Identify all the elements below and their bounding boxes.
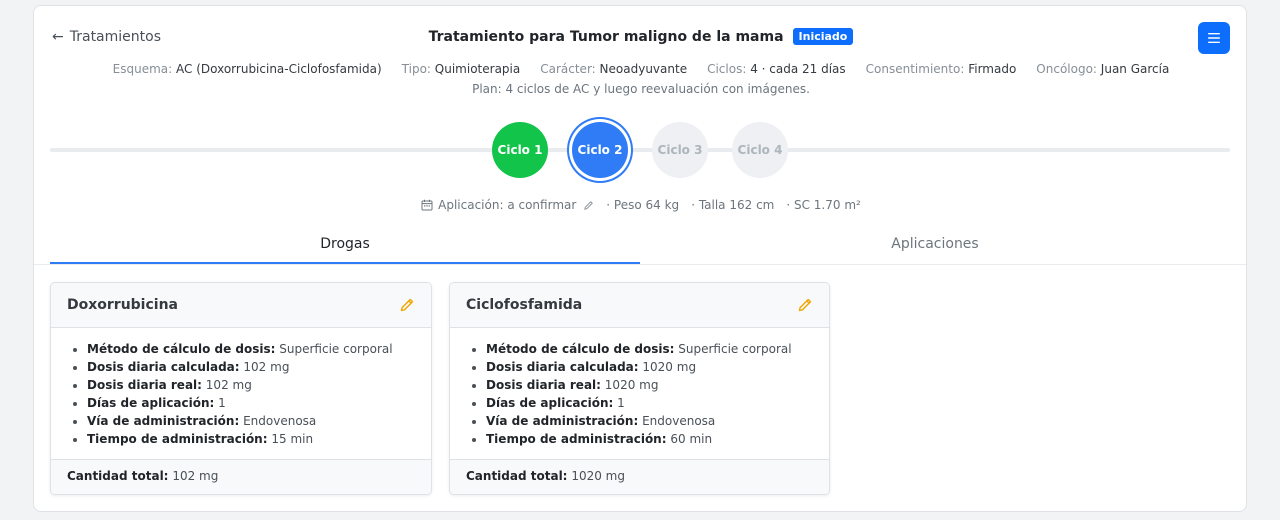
detail-calc-method: Método de cálculo de dosis: Superficie c… — [486, 340, 813, 358]
detail-calc-method: Método de cálculo de dosis: Superficie c… — [87, 340, 415, 358]
drug-card-ciclofosfamida: Ciclofosfamida Método de cálculo de dosi… — [449, 282, 830, 495]
calendar-icon — [421, 199, 433, 211]
cycle-2[interactable]: Ciclo 2 — [572, 122, 628, 178]
pencil-icon — [400, 298, 414, 312]
cycle-info: Aplicación: a confirmar · Peso 64 kg · T… — [34, 198, 1248, 212]
tab-bar: Drogas Aplicaciones — [50, 230, 1230, 264]
detail-label: Vía de administración: — [486, 414, 639, 428]
meta-esquema: Esquema: AC (Doxorrubicina-Ciclofosfamid… — [113, 62, 382, 76]
total-label: Cantidad total: — [67, 469, 169, 483]
detail-label: Tiempo de administración: — [87, 432, 268, 446]
detail-label: Tiempo de administración: — [486, 432, 667, 446]
drug-card-header: Doxorrubicina — [51, 283, 431, 328]
meta-tipo-value: Quimioterapia — [434, 62, 521, 76]
detail-calc-dose: Dosis diaria calculada: 1020 mg — [486, 358, 813, 376]
treatment-panel: ← Tratamientos Tratamiento para Tumor ma… — [33, 5, 1247, 512]
treatment-plan: Plan: 4 ciclos de AC y luego reevaluació… — [472, 82, 810, 96]
detail-label: Dosis diaria calculada: — [87, 360, 240, 374]
meta-caracter: Carácter: Neoadyuvante — [540, 62, 687, 76]
patient-weight: · Peso 64 kg — [606, 198, 680, 212]
pencil-icon — [798, 298, 812, 312]
detail-real-dose: Dosis diaria real: 102 mg — [87, 376, 415, 394]
detail-value: 102 mg — [205, 378, 252, 392]
drug-card-doxorrubicina: Doxorrubicina Método de cálculo de dosis… — [50, 282, 432, 495]
detail-calc-dose: Dosis diaria calculada: 102 mg — [87, 358, 415, 376]
cycle-1[interactable]: Ciclo 1 — [492, 122, 548, 178]
meta-ciclos-value: 4 · cada 21 días — [750, 62, 846, 76]
detail-value: Endovenosa — [642, 414, 716, 428]
detail-label: Dosis diaria real: — [486, 378, 601, 392]
patient-height: · Talla 162 cm — [691, 198, 775, 212]
edit-drug-button[interactable] — [797, 297, 813, 313]
detail-value: Endovenosa — [243, 414, 317, 428]
meta-esquema-label: Esquema: — [112, 62, 173, 76]
title-row: Tratamiento para Tumor maligno de la mam… — [34, 28, 1248, 45]
meta-consentimiento-label: Consentimiento: — [865, 62, 965, 76]
application-date: Aplicación: a confirmar — [421, 198, 594, 212]
drug-name: Ciclofosfamida — [466, 297, 583, 313]
drug-total: Cantidad total: 102 mg — [51, 459, 431, 494]
status-badge: Iniciado — [792, 28, 854, 45]
detail-value: Superficie corporal — [678, 342, 792, 356]
detail-label: Dosis diaria real: — [87, 378, 202, 392]
meta-ciclos: Ciclos: 4 · cada 21 días — [707, 62, 846, 76]
drug-details: Método de cálculo de dosis: Superficie c… — [450, 328, 829, 459]
meta-oncologo-label: Oncólogo: — [1036, 62, 1097, 76]
meta-tipo: Tipo: Quimioterapia — [402, 62, 521, 76]
tab-drogas[interactable]: Drogas — [50, 230, 640, 264]
detail-admin-time: Tiempo de administración: 15 min — [87, 430, 415, 448]
detail-route: Vía de administración: Endovenosa — [486, 412, 813, 430]
meta-esquema-value: AC (Doxorrubicina-Ciclofosfamida) — [176, 62, 382, 76]
total-label: Cantidad total: — [466, 469, 568, 483]
detail-value: 1 — [218, 396, 226, 410]
treatment-meta: Esquema: AC (Doxorrubicina-Ciclofosfamid… — [34, 62, 1248, 76]
total-value: 1020 mg — [571, 469, 625, 483]
detail-label: Dosis diaria calculada: — [486, 360, 639, 374]
detail-label: Método de cálculo de dosis: — [486, 342, 675, 356]
drug-card-header: Ciclofosfamida — [450, 283, 829, 328]
meta-ciclos-label: Ciclos: — [707, 62, 747, 76]
detail-value: 1020 mg — [604, 378, 659, 392]
edit-application-button[interactable] — [583, 200, 594, 211]
cycle-3[interactable]: Ciclo 3 — [652, 122, 708, 178]
detail-admin-time: Tiempo de administración: 60 min — [486, 430, 813, 448]
detail-real-dose: Dosis diaria real: 1020 mg — [486, 376, 813, 394]
drug-name: Doxorrubicina — [67, 297, 178, 313]
tabs-divider — [34, 264, 1246, 265]
meta-oncologo-value: Juan García — [1100, 62, 1170, 76]
drug-details: Método de cálculo de dosis: Superficie c… — [51, 328, 431, 459]
cycle-timeline-track — [50, 148, 1230, 152]
pencil-icon — [584, 200, 594, 210]
menu-button[interactable] — [1198, 22, 1230, 54]
total-value: 102 mg — [172, 469, 219, 483]
application-date-label: Aplicación: a confirmar — [438, 198, 577, 212]
detail-label: Días de aplicación: — [87, 396, 215, 410]
drug-total: Cantidad total: 1020 mg — [450, 459, 829, 494]
edit-drug-button[interactable] — [399, 297, 415, 313]
body-surface: · SC 1.70 m² — [786, 198, 861, 212]
detail-value: 15 min — [271, 432, 314, 446]
meta-caracter-value: Neoadyuvante — [599, 62, 688, 76]
menu-icon — [1208, 33, 1220, 43]
meta-consentimiento: Consentimiento: Firmado — [866, 62, 1017, 76]
page-title: Tratamiento para Tumor maligno de la mam… — [428, 28, 784, 45]
detail-value: 60 min — [670, 432, 713, 446]
tab-aplicaciones[interactable]: Aplicaciones — [640, 230, 1230, 264]
meta-consentimiento-value: Firmado — [968, 62, 1017, 76]
detail-application-days: Días de aplicación: 1 — [486, 394, 813, 412]
detail-application-days: Días de aplicación: 1 — [87, 394, 415, 412]
detail-value: 102 mg — [243, 360, 290, 374]
detail-value: 1020 mg — [642, 360, 697, 374]
detail-value: 1 — [617, 396, 625, 410]
meta-caracter-label: Carácter: — [540, 62, 596, 76]
cycle-4[interactable]: Ciclo 4 — [732, 122, 788, 178]
meta-oncologo: Oncólogo: Juan García — [1036, 62, 1169, 76]
detail-value: Superficie corporal — [279, 342, 393, 356]
detail-label: Vía de administración: — [87, 414, 240, 428]
meta-tipo-label: Tipo: — [401, 62, 431, 76]
detail-route: Vía de administración: Endovenosa — [87, 412, 415, 430]
detail-label: Método de cálculo de dosis: — [87, 342, 276, 356]
detail-label: Días de aplicación: — [486, 396, 614, 410]
